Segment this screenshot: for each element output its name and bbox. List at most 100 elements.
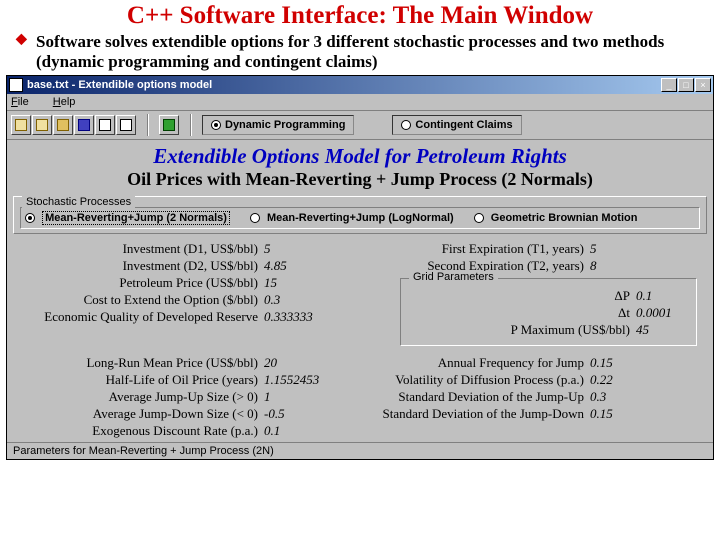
grid-row: ΔP 0.1 bbox=[411, 288, 686, 304]
client-area: Extendible Options Model for Petroleum R… bbox=[7, 140, 713, 442]
params-block-1: Investment (D1, US$/bbl)5Investment (D2,… bbox=[7, 238, 713, 352]
statusbar: Parameters for Mean-Reverting + Jump Pro… bbox=[7, 442, 713, 459]
toolbar-button-6[interactable] bbox=[116, 115, 136, 135]
param-row: Annual Frequency for Jump0.15 bbox=[360, 355, 701, 371]
radio-icon bbox=[474, 213, 484, 223]
param-label: Long-Run Mean Price (US$/bbl) bbox=[19, 355, 264, 371]
menubar: File Help bbox=[7, 94, 713, 111]
param-label: Volatility of Diffusion Process (p.a.) bbox=[360, 372, 590, 388]
param-value[interactable]: 20 bbox=[264, 355, 277, 371]
stochastic-group: Stochastic Processes Mean-Reverting+Jump… bbox=[13, 196, 707, 234]
radio-icon bbox=[250, 213, 260, 223]
grid-row: P Maximum (US$/bbl) 45 bbox=[411, 322, 686, 338]
grid-value[interactable]: 45 bbox=[636, 322, 686, 338]
toolbar-open-icon[interactable] bbox=[53, 115, 73, 135]
param-value[interactable]: -0.5 bbox=[264, 406, 285, 422]
param-value[interactable]: 1 bbox=[264, 389, 271, 405]
param-value[interactable]: 8 bbox=[590, 258, 597, 274]
grid-value[interactable]: 0.1 bbox=[636, 288, 686, 304]
toolbar-button-1[interactable] bbox=[11, 115, 31, 135]
window-buttons: _ □ × bbox=[661, 78, 711, 92]
toolbar-run-icon[interactable] bbox=[159, 115, 179, 135]
param-value[interactable]: 1.1552453 bbox=[264, 372, 319, 388]
param-row: Long-Run Mean Price (US$/bbl)20 bbox=[19, 355, 360, 371]
param-label: Cost to Extend the Option ($/bbl) bbox=[19, 292, 264, 308]
param-label: Annual Frequency for Jump bbox=[360, 355, 590, 371]
param-label: Petroleum Price (US$/bbl) bbox=[19, 275, 264, 291]
grid-label: ΔP bbox=[614, 288, 630, 304]
param-row: Standard Deviation of the Jump-Up0.3 bbox=[360, 389, 701, 405]
param-label: Investment (D2, US$/bbl) bbox=[19, 258, 264, 274]
radio-icon bbox=[25, 213, 35, 223]
param-label: Economic Quality of Developed Reserve bbox=[19, 309, 264, 325]
close-button[interactable]: × bbox=[695, 78, 711, 92]
param-value[interactable]: 15 bbox=[264, 275, 277, 291]
app-window: base.txt - Extendible options model _ □ … bbox=[6, 75, 714, 460]
param-label: Average Jump-Up Size (> 0) bbox=[19, 389, 264, 405]
param-row: Average Jump-Down Size (< 0)-0.5 bbox=[19, 406, 360, 422]
grid-label: Δt bbox=[618, 305, 630, 321]
menu-file[interactable]: File bbox=[11, 96, 41, 108]
heading-main: Extendible Options Model for Petroleum R… bbox=[7, 140, 713, 169]
param-label: Average Jump-Down Size (< 0) bbox=[19, 406, 264, 422]
menu-help[interactable]: Help bbox=[53, 96, 88, 108]
stochastic-opt-2[interactable]: Mean-Reverting+Jump (LogNormal) bbox=[250, 212, 454, 224]
stochastic-opt-1[interactable]: Mean-Reverting+Jump (2 Normals) bbox=[25, 212, 230, 224]
param-value[interactable]: 5 bbox=[264, 241, 271, 257]
params-block-2: Long-Run Mean Price (US$/bbl)20Half-Life… bbox=[7, 352, 713, 442]
param-row: Average Jump-Up Size (> 0)1 bbox=[19, 389, 360, 405]
param-value[interactable]: 0.3 bbox=[590, 389, 606, 405]
param-label: Standard Deviation of the Jump-Up bbox=[360, 389, 590, 405]
param-row: Cost to Extend the Option ($/bbl)0.3 bbox=[19, 292, 360, 308]
param-row: Petroleum Price (US$/bbl)15 bbox=[19, 275, 360, 291]
param-label: Investment (D1, US$/bbl) bbox=[19, 241, 264, 257]
grid-label: P Maximum (US$/bbl) bbox=[511, 322, 630, 338]
toolbar-separator bbox=[147, 114, 149, 136]
param-value[interactable]: 0.15 bbox=[590, 406, 613, 422]
param-value[interactable]: 4.85 bbox=[264, 258, 287, 274]
grid-parameters-group: Grid Parameters ΔP0.1Δt0.0001P Maximum (… bbox=[400, 278, 697, 346]
param-value[interactable]: 0.333333 bbox=[264, 309, 313, 325]
app-icon bbox=[9, 78, 23, 92]
param-value[interactable]: 0.15 bbox=[590, 355, 613, 371]
stochastic-legend: Stochastic Processes bbox=[22, 196, 135, 208]
param-value[interactable]: 0.3 bbox=[264, 292, 280, 308]
stochastic-opt-3-label: Geometric Brownian Motion bbox=[491, 212, 638, 224]
heading-sub: Oil Prices with Mean-Reverting + Jump Pr… bbox=[7, 169, 713, 194]
radio-contingent-label: Contingent Claims bbox=[415, 119, 512, 131]
param-label: First Expiration (T1, years) bbox=[360, 241, 590, 257]
slide-subtitle: Software solves extendible options for 3… bbox=[0, 32, 720, 75]
stochastic-opt-3[interactable]: Geometric Brownian Motion bbox=[474, 212, 638, 224]
param-label: Standard Deviation of the Jump-Down bbox=[360, 406, 590, 422]
radio-dynamic-label: Dynamic Programming bbox=[225, 119, 345, 131]
grid-row: Δt 0.0001 bbox=[411, 305, 686, 321]
grid-legend: Grid Parameters bbox=[409, 271, 498, 283]
toolbar-button-2[interactable] bbox=[32, 115, 52, 135]
stochastic-opt-1-label: Mean-Reverting+Jump (2 Normals) bbox=[42, 211, 230, 225]
stochastic-opt-2-label: Mean-Reverting+Jump (LogNormal) bbox=[267, 212, 454, 224]
param-row: Investment (D2, US$/bbl)4.85 bbox=[19, 258, 360, 274]
toolbar-separator-2 bbox=[190, 114, 192, 136]
titlebar: base.txt - Extendible options model _ □ … bbox=[7, 76, 713, 94]
param-row: First Expiration (T1, years)5 bbox=[360, 241, 701, 257]
param-row: Exogenous Discount Rate (p.a.)0.1 bbox=[19, 423, 360, 439]
param-label: Exogenous Discount Rate (p.a.) bbox=[19, 423, 264, 439]
method-dynamic-programming[interactable]: Dynamic Programming bbox=[202, 115, 354, 135]
method-contingent-claims[interactable]: Contingent Claims bbox=[392, 115, 521, 135]
slide-title: C++ Software Interface: The Main Window bbox=[0, 2, 720, 30]
grid-value[interactable]: 0.0001 bbox=[636, 305, 686, 321]
param-value[interactable]: 0.22 bbox=[590, 372, 613, 388]
param-value[interactable]: 0.1 bbox=[264, 423, 280, 439]
param-row: Investment (D1, US$/bbl)5 bbox=[19, 241, 360, 257]
param-row: Economic Quality of Developed Reserve0.3… bbox=[19, 309, 360, 325]
maximize-button[interactable]: □ bbox=[678, 78, 694, 92]
minimize-button[interactable]: _ bbox=[661, 78, 677, 92]
param-row: Half-Life of Oil Price (years)1.1552453 bbox=[19, 372, 360, 388]
radio-contingent-icon bbox=[401, 120, 411, 130]
param-value[interactable]: 5 bbox=[590, 241, 597, 257]
param-row: Volatility of Diffusion Process (p.a.)0.… bbox=[360, 372, 701, 388]
param-row: Standard Deviation of the Jump-Down0.15 bbox=[360, 406, 701, 422]
toolbar-print-icon[interactable] bbox=[95, 115, 115, 135]
toolbar-save-icon[interactable] bbox=[74, 115, 94, 135]
param-label: Half-Life of Oil Price (years) bbox=[19, 372, 264, 388]
